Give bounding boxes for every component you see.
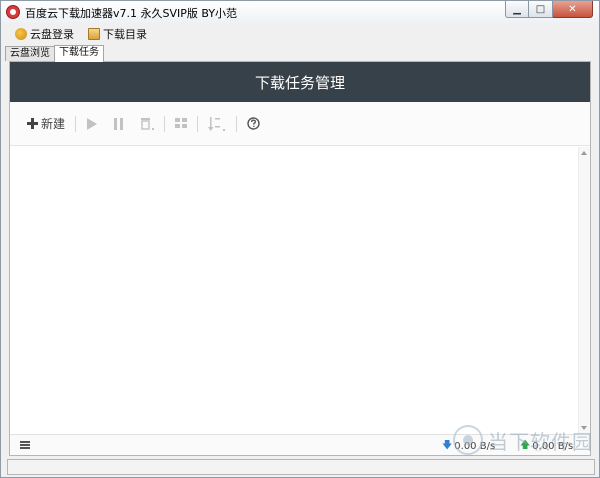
hamburger-menu-icon[interactable] <box>20 441 30 449</box>
plus-icon <box>27 118 38 129</box>
sort-az-icon <box>208 116 226 131</box>
new-task-label: 新建 <box>41 117 66 131</box>
pause-button[interactable] <box>110 113 127 135</box>
menu-cloud-login[interactable]: 云盘登录 <box>15 26 74 42</box>
title-bar[interactable]: 百度云下载加速器v7.1 永久SVIP版 BY小范 ▁ □ ✕ <box>1 1 599 23</box>
tab-cloud-browse[interactable]: 云盘浏览 <box>5 46 55 61</box>
tab-strip: 云盘浏览 下载任务 <box>5 45 104 62</box>
download-panel: 下载任务管理 新建 🡇 0.00 B/s 🡅 0.00 B/s <box>9 61 591 456</box>
menu-cloud-login-label: 云盘登录 <box>30 28 74 41</box>
help-button[interactable] <box>244 113 263 135</box>
toolbar-divider <box>75 115 77 132</box>
play-icon <box>87 117 98 130</box>
toolbar-divider <box>164 115 166 132</box>
arrow-down-icon: 🡇 <box>442 440 453 451</box>
window-title: 百度云下载加速器v7.1 永久SVIP版 BY小范 <box>25 7 238 20</box>
app-window: 百度云下载加速器v7.1 永久SVIP版 BY小范 ▁ □ ✕ 云盘登录 下载目… <box>0 0 600 478</box>
vertical-scrollbar[interactable] <box>578 147 590 434</box>
app-logo-icon <box>6 5 20 19</box>
watermark: 当下软件园 <box>453 425 593 455</box>
help-icon <box>247 117 260 130</box>
menu-download-dir[interactable]: 下载目录 <box>88 26 147 42</box>
sort-button[interactable] <box>205 113 229 135</box>
scroll-up-icon[interactable] <box>581 151 587 155</box>
cloud-login-icon <box>15 28 27 40</box>
grid-icon <box>175 118 188 128</box>
maximize-button[interactable]: □ <box>529 1 553 18</box>
menu-download-dir-label: 下载目录 <box>103 28 147 41</box>
minimize-button[interactable]: ▁ <box>505 1 529 18</box>
folder-icon <box>88 28 100 40</box>
menu-bar: 云盘登录 下载目录 <box>1 23 599 45</box>
task-list[interactable] <box>10 147 590 434</box>
start-button[interactable] <box>83 113 100 135</box>
toolbar-divider <box>236 115 238 132</box>
view-toggle-button[interactable] <box>172 113 190 135</box>
watermark-text: 当下软件园 <box>488 429 593 454</box>
window-controls: ▁ □ ✕ <box>505 1 593 18</box>
delete-button[interactable] <box>137 113 157 135</box>
watermark-logo-icon <box>453 425 483 455</box>
new-task-button[interactable]: 新建 <box>24 113 68 135</box>
tab-download-tasks[interactable]: 下载任务 <box>54 45 104 62</box>
pause-icon <box>114 117 124 130</box>
status-bar <box>7 459 595 475</box>
close-button[interactable]: ✕ <box>553 1 593 18</box>
toolbar: 新建 <box>10 102 590 146</box>
page-title: 下载任务管理 <box>10 62 590 102</box>
trash-icon <box>141 118 155 130</box>
toolbar-divider <box>197 115 199 132</box>
